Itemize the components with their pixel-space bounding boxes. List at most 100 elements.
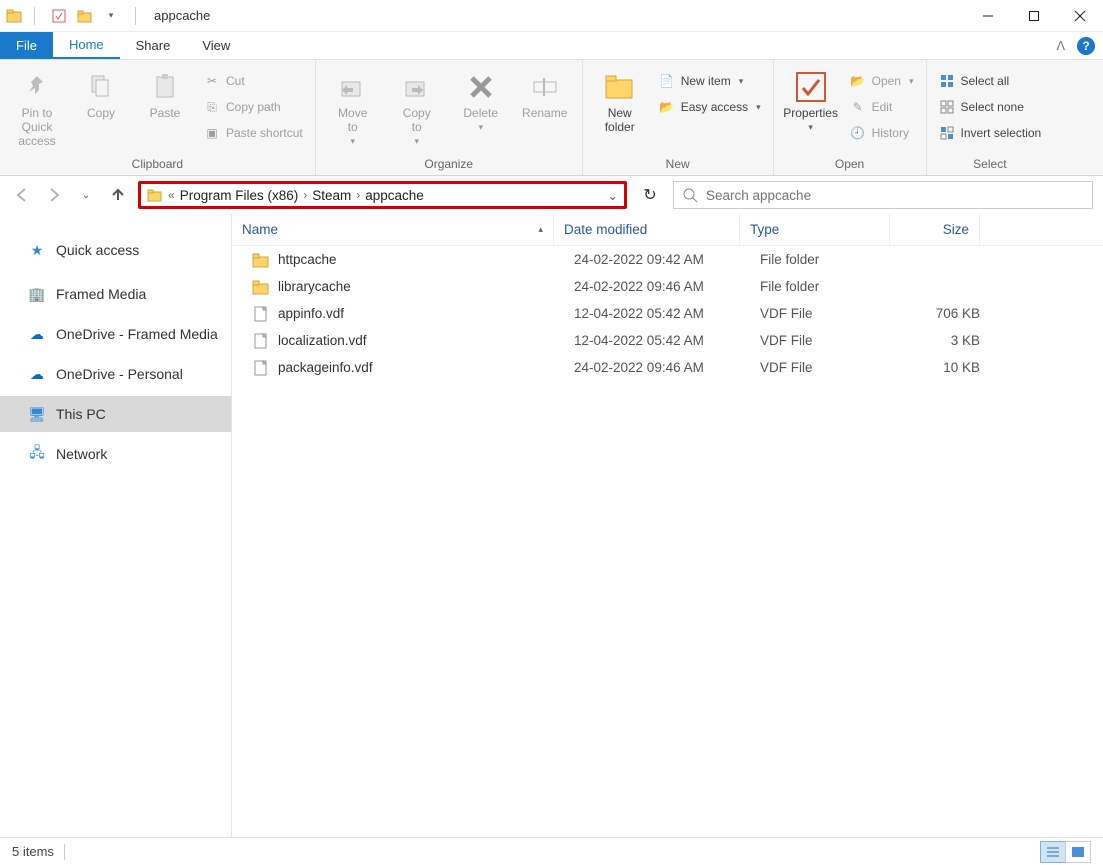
qat-customize-icon[interactable]: ▾ — [99, 5, 123, 27]
chevron-right-icon[interactable]: › — [356, 188, 360, 202]
search-icon — [682, 187, 698, 203]
nav-framed-media[interactable]: 🏢Framed Media — [0, 276, 231, 312]
cut-button[interactable]: ✂Cut — [200, 70, 307, 92]
tab-view[interactable]: View — [186, 32, 246, 59]
collapse-ribbon-icon[interactable]: ᐱ — [1056, 38, 1065, 53]
file-icon — [252, 359, 270, 377]
group-label-clipboard: Clipboard — [0, 157, 315, 175]
invert-selection-icon — [939, 125, 955, 141]
qat-newfolder-icon[interactable] — [73, 5, 97, 27]
file-type: VDF File — [750, 306, 900, 321]
delete-button[interactable]: Delete▾ — [452, 66, 510, 133]
move-to-button[interactable]: Move to▾ — [324, 66, 382, 147]
history-icon: 🕘 — [850, 125, 866, 141]
properties-button[interactable]: Properties▾ — [782, 66, 840, 133]
select-none-icon — [939, 99, 955, 115]
up-button[interactable] — [106, 183, 130, 207]
maximize-button[interactable] — [1011, 0, 1057, 32]
new-folder-button[interactable]: New folder — [591, 66, 649, 134]
forward-button[interactable] — [42, 183, 66, 207]
file-row[interactable]: localization.vdf12-04-2022 05:42 AMVDF F… — [232, 327, 1103, 354]
file-row[interactable]: packageinfo.vdf24-02-2022 09:46 AMVDF Fi… — [232, 354, 1103, 381]
breadcrumb-overflow[interactable]: « — [168, 188, 175, 202]
cloud-icon: ☁ — [28, 325, 46, 343]
chevron-right-icon[interactable]: › — [303, 188, 307, 202]
copy-button[interactable]: Copy — [72, 66, 130, 120]
history-button[interactable]: 🕘History — [846, 122, 918, 144]
breadcrumb-item[interactable]: Program Files (x86) — [180, 188, 299, 203]
refresh-button[interactable]: ↻ — [635, 181, 665, 209]
minimize-button[interactable] — [965, 0, 1011, 32]
folder-icon — [252, 278, 270, 296]
shortcut-icon: ▣ — [204, 125, 220, 141]
select-none-button[interactable]: Select none — [935, 96, 1046, 118]
file-row[interactable]: httpcache24-02-2022 09:42 AMFile folder — [232, 246, 1103, 273]
item-count: 5 items — [12, 844, 54, 859]
invert-selection-button[interactable]: Invert selection — [935, 122, 1046, 144]
folder-icon — [252, 251, 270, 269]
file-size: 3 KB — [900, 333, 990, 348]
tab-share[interactable]: Share — [120, 32, 187, 59]
pin-to-quick-access-button[interactable]: Pin to Quick access — [8, 66, 66, 148]
open-icon: 📂 — [850, 73, 866, 89]
copy-to-button[interactable]: Copy to▾ — [388, 66, 446, 147]
file-type: VDF File — [750, 333, 900, 348]
folder-icon — [147, 187, 163, 203]
easy-access-button[interactable]: 📂Easy access▾ — [655, 96, 765, 118]
details-view-button[interactable] — [1040, 841, 1066, 863]
nav-quick-access[interactable]: ★Quick access — [0, 232, 231, 268]
address-bar[interactable]: « Program Files (x86) › Steam › appcache… — [138, 181, 627, 209]
search-input[interactable] — [706, 188, 1084, 203]
help-icon[interactable]: ? — [1077, 37, 1095, 55]
pin-icon — [20, 70, 54, 104]
group-label-new: New — [583, 157, 773, 175]
file-date: 24-02-2022 09:42 AM — [564, 252, 750, 267]
paste-button[interactable]: Paste — [136, 66, 194, 120]
file-name: librarycache — [278, 279, 351, 294]
tab-home[interactable]: Home — [53, 32, 120, 59]
file-row[interactable]: librarycache24-02-2022 09:46 AMFile fold… — [232, 273, 1103, 300]
recent-locations-button[interactable]: ⌄ — [74, 183, 98, 207]
edit-button[interactable]: ✎Edit — [846, 96, 918, 118]
paste-shortcut-button[interactable]: ▣Paste shortcut — [200, 122, 307, 144]
file-size: 10 KB — [900, 360, 990, 375]
nav-onedrive-framed[interactable]: ☁OneDrive - Framed Media — [0, 316, 231, 352]
address-dropdown-icon[interactable]: ⌄ — [608, 188, 618, 203]
nav-onedrive-personal[interactable]: ☁OneDrive - Personal — [0, 356, 231, 392]
back-button[interactable] — [10, 183, 34, 207]
pc-icon: 🖥 — [28, 405, 46, 423]
breadcrumb-item[interactable]: appcache — [365, 188, 424, 203]
status-bar: 5 items — [0, 837, 1103, 865]
nav-network[interactable]: 🖧Network — [0, 436, 231, 472]
new-item-button[interactable]: 📄New item▾ — [655, 70, 765, 92]
file-name: packageinfo.vdf — [278, 360, 373, 375]
file-type: File folder — [750, 252, 900, 267]
open-button[interactable]: 📂Open▾ — [846, 70, 918, 92]
column-headers: Name▴ Date modified Type Size — [232, 214, 1103, 246]
file-type: File folder — [750, 279, 900, 294]
column-type[interactable]: Type — [740, 214, 890, 245]
column-size[interactable]: Size — [890, 214, 980, 245]
file-date: 24-02-2022 09:46 AM — [564, 360, 750, 375]
titlebar: ▾ appcache — [0, 0, 1103, 32]
file-date: 12-04-2022 05:42 AM — [564, 306, 750, 321]
edit-icon: ✎ — [850, 99, 866, 115]
search-box[interactable] — [673, 181, 1093, 209]
tab-file[interactable]: File — [0, 32, 53, 59]
new-item-icon: 📄 — [659, 73, 675, 89]
breadcrumb-item[interactable]: Steam — [312, 188, 351, 203]
nav-this-pc[interactable]: 🖥This PC — [0, 396, 231, 432]
column-date-modified[interactable]: Date modified — [554, 214, 740, 245]
column-name[interactable]: Name▴ — [232, 214, 554, 245]
select-all-button[interactable]: Select all — [935, 70, 1046, 92]
network-icon: 🖧 — [28, 445, 46, 463]
rename-button[interactable]: Rename — [516, 66, 574, 120]
file-size: 706 KB — [900, 306, 990, 321]
copy-path-button[interactable]: ⎘Copy path — [200, 96, 307, 118]
close-button[interactable] — [1057, 0, 1103, 32]
large-icons-view-button[interactable] — [1065, 841, 1091, 863]
qat-properties-icon[interactable] — [47, 5, 71, 27]
group-label-organize: Organize — [316, 157, 582, 175]
file-row[interactable]: appinfo.vdf12-04-2022 05:42 AMVDF File70… — [232, 300, 1103, 327]
path-icon: ⎘ — [204, 99, 220, 115]
